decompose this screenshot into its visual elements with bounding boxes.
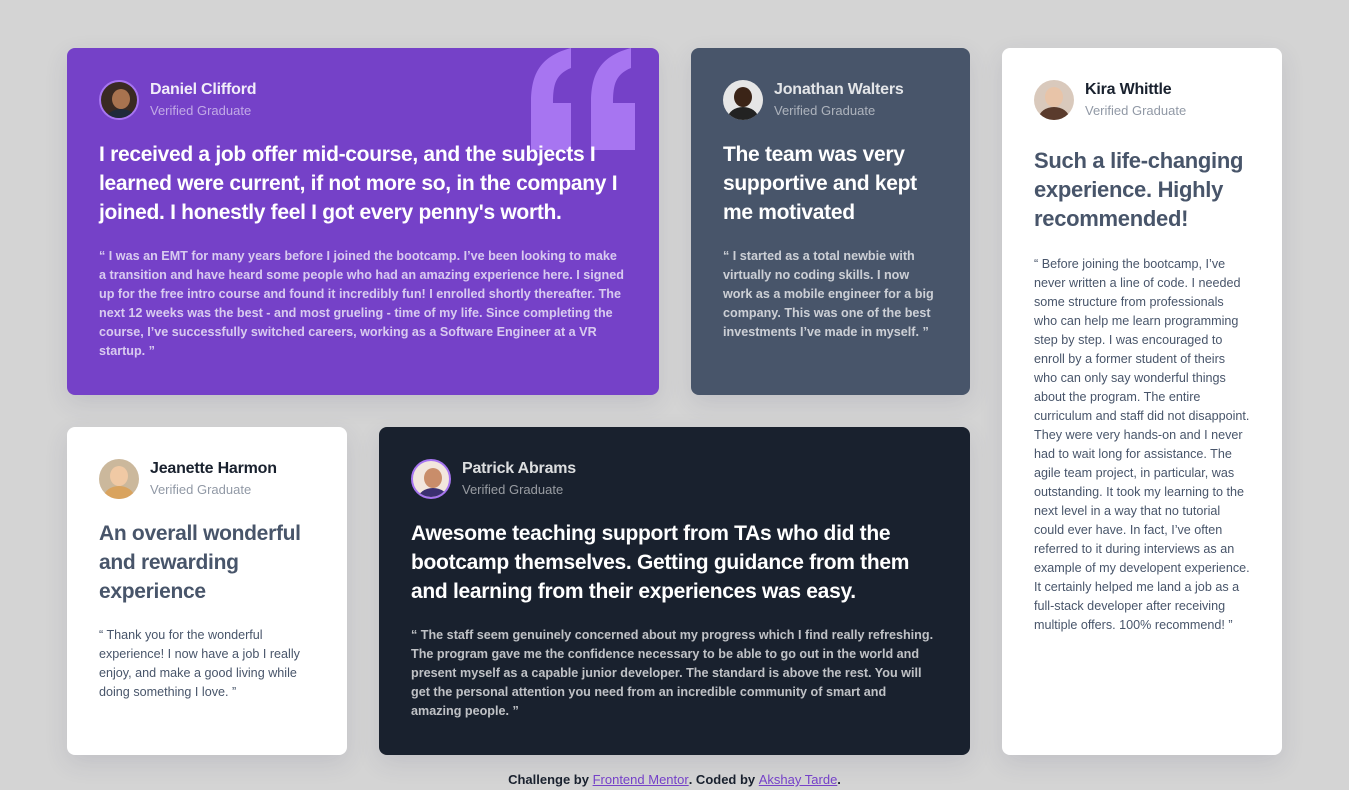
testimonial-body: “ I was an EMT for many years before I j… (99, 249, 624, 358)
avatar (1034, 80, 1074, 120)
author-role: Verified Graduate (1085, 103, 1187, 118)
author-name: Jeanette Harmon (150, 460, 277, 477)
testimonial-card-jonathan: Jonathan Walters Verified Graduate The t… (691, 48, 970, 395)
testimonial-card-daniel: Daniel Clifford Verified Graduate I rece… (67, 48, 659, 395)
testimonial-heading: The team was very supportive and kept me… (723, 143, 917, 224)
author-role: Verified Graduate (150, 103, 252, 118)
avatar (99, 80, 139, 120)
author-name: Daniel Clifford (150, 81, 257, 98)
attribution: Challenge by Frontend Mentor. Coded by A… (0, 772, 1349, 787)
author-name: Patrick Abrams (462, 460, 576, 477)
author-link[interactable]: Akshay Tarde (759, 772, 838, 787)
avatar (99, 459, 139, 499)
author-role: Verified Graduate (774, 103, 876, 118)
author-name: Kira Whittle (1085, 81, 1172, 98)
attribution-prefix: Challenge by (508, 772, 593, 787)
testimonial-body: “ I started as a total newbie with virtu… (723, 249, 934, 339)
author-role: Verified Graduate (150, 482, 252, 497)
author-role: Verified Graduate (462, 482, 564, 497)
testimonial-card-patrick: Patrick Abrams Verified Graduate Awesome… (379, 427, 970, 755)
testimonial-heading: Such a life-changing experience. Highly … (1034, 148, 1244, 231)
testimonial-body: “ Thank you for the wonderful experience… (99, 628, 300, 699)
avatar (411, 459, 451, 499)
testimonial-body: “ The staff seem genuinely concerned abo… (411, 628, 934, 718)
frontend-mentor-link[interactable]: Frontend Mentor (593, 772, 689, 787)
testimonial-card-kira: Kira Whittle Verified Graduate Such a li… (1002, 48, 1282, 755)
testimonial-body: “ Before joining the bootcamp, I’ve neve… (1034, 257, 1250, 632)
testimonial-heading: An overall wonderful and rewarding exper… (99, 522, 301, 603)
attribution-middle: . Coded by (688, 772, 759, 787)
testimonial-heading: I received a job offer mid-course, and t… (99, 143, 618, 224)
testimonial-card-jeanette: Jeanette Harmon Verified Graduate An ove… (67, 427, 347, 755)
testimonial-heading: Awesome teaching support from TAs who di… (411, 522, 910, 603)
avatar (723, 80, 763, 120)
author-name: Jonathan Walters (774, 81, 904, 98)
attribution-suffix: . (837, 772, 841, 787)
